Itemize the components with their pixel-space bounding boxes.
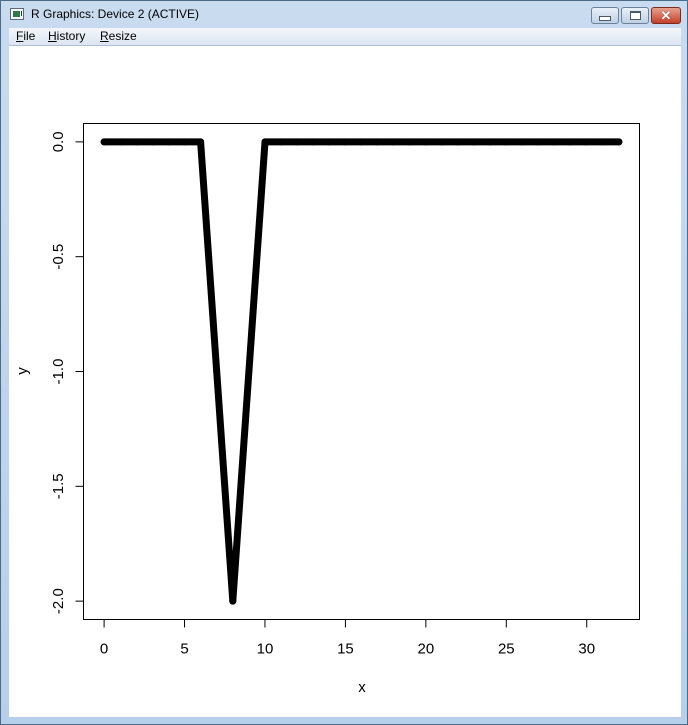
data-point xyxy=(470,138,478,146)
x-tick-label: 25 xyxy=(498,641,515,658)
y-tick-label: 0.0 xyxy=(50,131,67,152)
data-point xyxy=(358,138,365,146)
x-axis-label: x xyxy=(358,679,366,696)
data-point xyxy=(181,138,189,146)
y-tick-label: -0.5 xyxy=(50,244,67,270)
chart: 0 5 10 15 20 25 30 0.0 -0.5 -1.0 -1.5 -2.0 x y xyxy=(14,123,640,696)
data-point xyxy=(148,138,156,146)
data-point xyxy=(245,368,253,375)
x-tick-label: 0 xyxy=(100,641,108,658)
data-point xyxy=(213,368,221,375)
data-point xyxy=(406,138,414,146)
data-point xyxy=(390,138,398,146)
data-point xyxy=(422,138,430,146)
data-point xyxy=(534,138,542,146)
data-point xyxy=(229,597,237,605)
data-point xyxy=(341,138,349,146)
data-point xyxy=(615,138,623,146)
x-axis: 0 5 10 15 20 25 30 xyxy=(100,619,595,658)
data-points xyxy=(100,138,623,605)
data-point xyxy=(293,138,301,146)
plot-box xyxy=(83,123,640,620)
data-point xyxy=(197,138,205,146)
data-point xyxy=(486,138,494,146)
data-point xyxy=(374,138,382,146)
x-tick-label: 15 xyxy=(337,641,354,658)
data-point xyxy=(567,138,575,146)
data-point xyxy=(518,138,526,146)
data-point xyxy=(438,138,446,146)
x-tick-label: 10 xyxy=(257,641,274,658)
data-point xyxy=(277,138,285,146)
y-tick-label: -2.0 xyxy=(50,588,67,614)
data-point xyxy=(164,138,172,146)
series-line xyxy=(100,138,623,605)
y-tick-label: -1.0 xyxy=(50,359,67,385)
y-axis-label: y xyxy=(14,367,31,375)
data-point xyxy=(261,138,269,146)
x-tick-label: 30 xyxy=(578,641,595,658)
data-point xyxy=(454,138,462,146)
data-point xyxy=(116,138,124,146)
data-point xyxy=(325,138,333,146)
data-point xyxy=(551,138,559,146)
data-point xyxy=(100,138,108,146)
data-point xyxy=(132,138,140,146)
data-point xyxy=(599,138,607,146)
y-axis: 0.0 -0.5 -1.0 -1.5 -2.0 xyxy=(50,131,84,614)
x-tick-label: 5 xyxy=(180,641,188,658)
data-point xyxy=(502,138,510,146)
x-tick-label: 20 xyxy=(418,641,435,658)
data-point xyxy=(309,138,317,146)
y-tick-label: -1.5 xyxy=(50,473,67,499)
data-point xyxy=(583,138,591,146)
